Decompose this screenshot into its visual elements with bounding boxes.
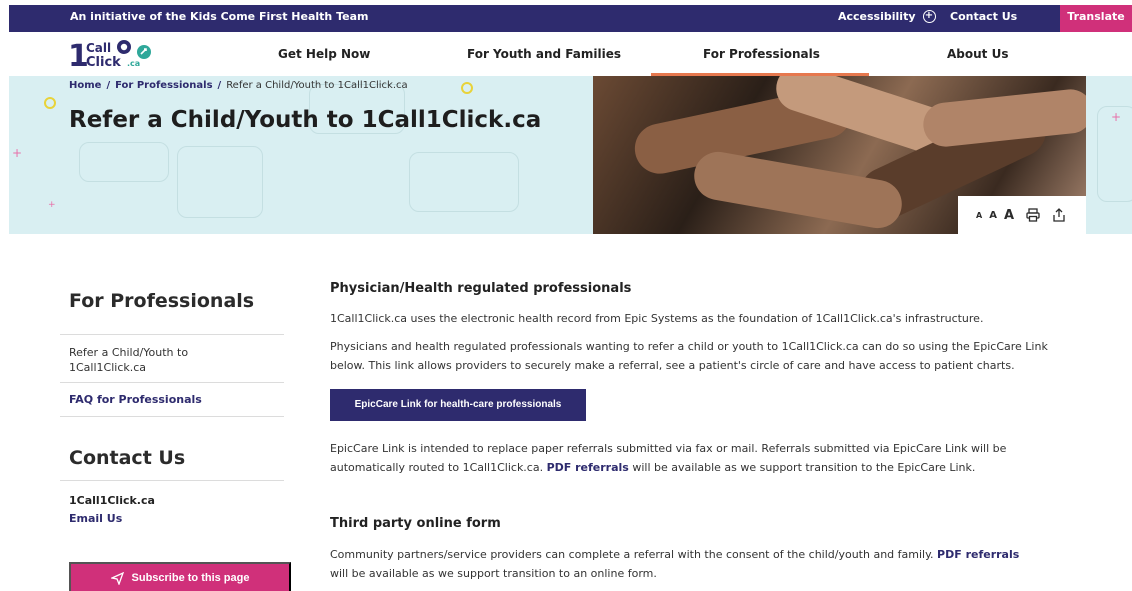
sidebar-item-faq[interactable]: FAQ for Professionals [69, 392, 202, 407]
decorative-plus: + [12, 146, 23, 160]
divider [60, 416, 284, 417]
page-tools: A A A [958, 196, 1086, 234]
site-logo[interactable]: 1 Call Click .ca [68, 39, 163, 74]
section-heading-physician: Physician/Health regulated professionals [330, 281, 632, 296]
decorative-plus: + [48, 200, 56, 210]
paragraph-text: will be available as we support transiti… [632, 461, 976, 474]
svg-text:Click: Click [86, 55, 121, 69]
breadcrumb-for-professionals[interactable]: For Professionals [115, 80, 212, 91]
paragraph-text: will be available as we support transiti… [330, 567, 657, 580]
sidebar-item-refer[interactable]: Refer a Child/Youth to 1Call1Click.ca [69, 345, 219, 375]
pdf-referrals-link[interactable]: PDF referrals [547, 461, 629, 474]
epiccare-link-button[interactable]: EpicCare Link for health-care profession… [330, 389, 586, 421]
main-navigation: 1 Call Click .ca Get Help Now For Youth … [9, 32, 1132, 76]
top-utility-bar: An initiative of the Kids Come First Hea… [9, 5, 1132, 32]
text-size-large-button[interactable]: A [1004, 208, 1014, 223]
breadcrumb-current: Refer a Child/Youth to 1Call1Click.ca [226, 80, 408, 91]
paragraph-epiccare-transition: EpicCare Link is intended to replace pap… [330, 439, 1050, 477]
send-icon [110, 571, 124, 585]
translate-button[interactable]: Translate [1060, 5, 1132, 32]
subscribe-button[interactable]: Subscribe to this page [69, 562, 291, 591]
contact-org-name: 1Call1Click.ca [69, 494, 155, 507]
sidebar: For Professionals [60, 290, 291, 312]
divider [60, 382, 284, 383]
breadcrumb-separator: / [217, 80, 222, 91]
accessibility-plus-icon: + [922, 10, 936, 23]
breadcrumb: Home / For Professionals / Refer a Child/You… [69, 80, 408, 91]
email-us-link[interactable]: Email Us [69, 511, 122, 526]
paragraph-referral-instructions: Physicians and health regulated professi… [330, 340, 1048, 372]
decorative-ring [461, 82, 473, 94]
svg-text:.ca: .ca [127, 59, 140, 68]
breadcrumb-home[interactable]: Home [69, 80, 101, 91]
pdf-referrals-link[interactable]: PDF referrals [937, 548, 1019, 561]
decorative-plus: + [1111, 110, 1122, 124]
decorative-shape [177, 146, 263, 218]
accessibility-label: Accessibility [838, 10, 916, 23]
decorative-ring [44, 97, 56, 109]
subscribe-label: Subscribe to this page [131, 572, 250, 584]
decorative-shape [79, 142, 169, 182]
paragraph-epic-systems: 1Call1Click.ca uses the electronic healt… [330, 312, 984, 325]
paragraph-third-party-form: Community partners/service providers can… [330, 545, 1020, 583]
text-size-medium-button[interactable]: A [989, 210, 997, 221]
section-heading-third-party: Third party online form [330, 516, 501, 531]
decorative-shape [409, 152, 519, 212]
accessibility-link[interactable]: Accessibility + [838, 10, 936, 23]
nav-about-us[interactable]: About Us [947, 47, 1008, 61]
share-icon[interactable] [1052, 208, 1066, 222]
page-hero: + + + Home / For Professionals / Refer a Chi… [9, 76, 1132, 234]
contact-us-link[interactable]: Contact Us [950, 10, 1017, 23]
nav-for-youth-and-families[interactable]: For Youth and Families [467, 47, 621, 61]
logo-icon: 1 Call Click .ca [68, 39, 151, 74]
initiative-text: An initiative of the Kids Come First Hea… [70, 10, 369, 23]
breadcrumb-separator: / [106, 80, 111, 91]
paragraph-text: Community partners/service providers can… [330, 548, 934, 561]
page-title: Refer a Child/Youth to 1Call1Click.ca [69, 107, 542, 133]
text-size-small-button[interactable]: A [976, 211, 982, 220]
nav-get-help-now[interactable]: Get Help Now [278, 47, 370, 61]
divider [60, 334, 284, 335]
nav-for-professionals[interactable]: For Professionals [703, 47, 820, 61]
svg-text:Call: Call [86, 41, 111, 55]
divider [60, 480, 284, 481]
print-icon[interactable] [1026, 208, 1040, 222]
sidebar-section-title: For Professionals [69, 290, 255, 312]
sidebar-contact-title: Contact Us [69, 447, 186, 469]
